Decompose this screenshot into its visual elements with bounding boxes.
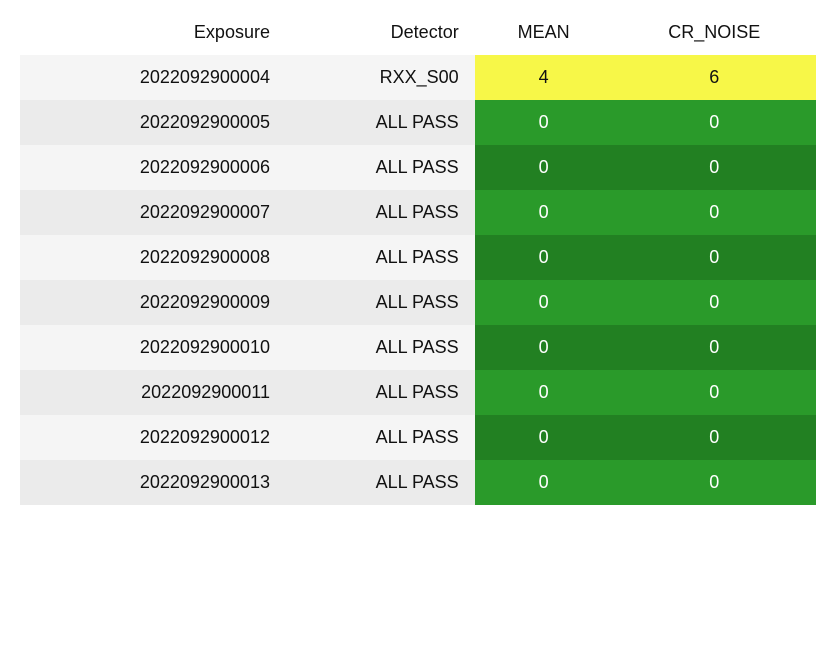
cr-noise-cell: 0 [613,235,816,280]
header-row: Exposure Detector MEAN CR_NOISE [20,10,816,55]
table-row: 2022092900008ALL PASS00 [20,235,816,280]
detector-header: Detector [286,10,475,55]
cr-noise-cell: 0 [613,280,816,325]
mean-cell: 4 [475,55,613,100]
exposure-cell: 2022092900009 [20,280,286,325]
table-body: 2022092900004RXX_S00462022092900005ALL P… [20,55,816,505]
exposure-cell: 2022092900005 [20,100,286,145]
detector-cell: ALL PASS [286,190,475,235]
table-container: Exposure Detector MEAN CR_NOISE 20220929… [0,0,836,664]
exposure-cell: 2022092900013 [20,460,286,505]
mean-cell: 0 [475,190,613,235]
table-row: 2022092900010ALL PASS00 [20,325,816,370]
table-row: 2022092900009ALL PASS00 [20,280,816,325]
table-row: 2022092900005ALL PASS00 [20,100,816,145]
cr-noise-cell: 0 [613,460,816,505]
detector-cell: RXX_S00 [286,55,475,100]
table-row: 2022092900004RXX_S0046 [20,55,816,100]
exposure-header: Exposure [20,10,286,55]
table-row: 2022092900012ALL PASS00 [20,415,816,460]
table-row: 2022092900007ALL PASS00 [20,190,816,235]
mean-header: MEAN [475,10,613,55]
mean-cell: 0 [475,460,613,505]
mean-cell: 0 [475,370,613,415]
cr-noise-cell: 0 [613,100,816,145]
mean-cell: 0 [475,280,613,325]
cr-noise-header: CR_NOISE [613,10,816,55]
exposure-cell: 2022092900004 [20,55,286,100]
mean-cell: 0 [475,415,613,460]
cr-noise-cell: 0 [613,190,816,235]
detector-cell: ALL PASS [286,460,475,505]
mean-cell: 0 [475,100,613,145]
exposure-cell: 2022092900006 [20,145,286,190]
table-row: 2022092900011ALL PASS00 [20,370,816,415]
mean-cell: 0 [475,325,613,370]
table-row: 2022092900006ALL PASS00 [20,145,816,190]
detector-cell: ALL PASS [286,325,475,370]
detector-cell: ALL PASS [286,280,475,325]
exposure-cell: 2022092900008 [20,235,286,280]
mean-cell: 0 [475,235,613,280]
detector-cell: ALL PASS [286,145,475,190]
table-row: 2022092900013ALL PASS00 [20,460,816,505]
cr-noise-cell: 0 [613,145,816,190]
detector-cell: ALL PASS [286,100,475,145]
detector-cell: ALL PASS [286,370,475,415]
detector-cell: ALL PASS [286,415,475,460]
exposure-cell: 2022092900011 [20,370,286,415]
cr-noise-cell: 0 [613,415,816,460]
exposure-cell: 2022092900012 [20,415,286,460]
detector-cell: ALL PASS [286,235,475,280]
exposure-cell: 2022092900007 [20,190,286,235]
mean-cell: 0 [475,145,613,190]
cr-noise-cell: 6 [613,55,816,100]
data-table: Exposure Detector MEAN CR_NOISE 20220929… [20,10,816,505]
cr-noise-cell: 0 [613,370,816,415]
exposure-cell: 2022092900010 [20,325,286,370]
cr-noise-cell: 0 [613,325,816,370]
